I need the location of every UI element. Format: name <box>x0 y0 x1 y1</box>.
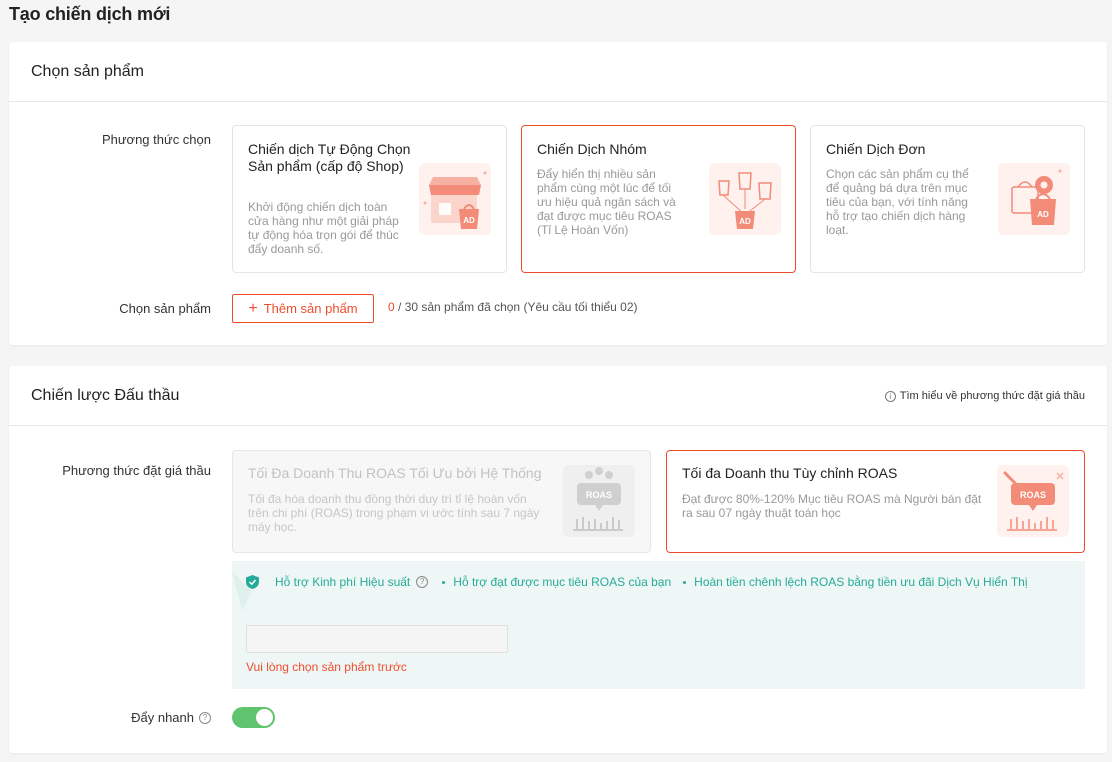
option-title: Tối Đa Doanh Thu ROAS Tối Ưu bởi Hệ Thốn… <box>248 465 542 481</box>
section-title: Chiến lược Đấu thầu <box>31 387 180 404</box>
option-group-campaign[interactable]: Chiến Dịch Nhóm Đẩy hiển thị nhiều sản p… <box>521 125 796 273</box>
option-desc: Chọn các sản phẩm cụ thể để quảng bá dựa… <box>826 167 969 237</box>
page-title: Tạo chiến dịch mới <box>9 4 171 24</box>
product-selection-card: Chọn sản phẩm Phương thức chọn Chiến dịc… <box>9 42 1107 345</box>
option-custom-roas[interactable]: Tối đa Doanh thu Tùy chỉnh ROAS Đạt được… <box>666 450 1085 553</box>
bid-method-label: Phương thức đặt giá thầu <box>62 463 211 478</box>
help-icon[interactable]: ? <box>416 576 429 588</box>
pick-products-label: Chọn sản phẩm <box>119 301 211 316</box>
add-product-button[interactable]: + Thêm sản phẩm <box>232 294 374 323</box>
section-title: Chọn sản phẩm <box>31 63 144 80</box>
info-icon: i <box>884 390 896 402</box>
budget-input[interactable] <box>246 625 508 653</box>
roas-edit-icon: ROAS <box>997 465 1069 537</box>
support-bullet-text: Hoàn tiền chênh lệch ROAS bằng tiền ưu đ… <box>694 575 1028 589</box>
help-icon[interactable]: ? <box>199 711 211 724</box>
support-bullet: Hoàn tiền chênh lệch ROAS bằng tiền ưu đ… <box>683 575 1028 589</box>
bullet-dot-icon <box>442 580 446 584</box>
option-single-campaign[interactable]: Chiến Dịch Đơn Chọn các sản phẩm cụ thể … <box>810 125 1085 273</box>
toggle-knob <box>256 709 273 726</box>
option-title: Tối đa Doanh thu Tùy chỉnh ROAS <box>682 465 898 481</box>
option-title: Chiến dịch Tự Động Chọn Sản phẩm (cấp độ… <box>248 141 411 174</box>
support-main-text: Hỗ trợ Kinh phí Hiệu suất <box>275 575 411 589</box>
shield-check-icon <box>246 575 259 589</box>
option-system-roas[interactable]: Tối Đa Doanh Thu ROAS Tối Ưu bởi Hệ Thốn… <box>232 450 651 553</box>
bidding-help-link[interactable]: i Tìm hiểu về phương thức đặt giá thầu <box>884 390 1085 402</box>
card-header: Chọn sản phẩm <box>9 42 1107 102</box>
option-title: Chiến Dịch Đơn <box>826 141 926 157</box>
option-desc: Tối đa hóa doanh thu đồng thời duy trì t… <box>248 492 540 534</box>
support-bullet: Hỗ trợ đạt được mục tiêu ROAS của bạn <box>442 575 671 589</box>
bag-gear-ad-icon: AD <box>998 163 1070 235</box>
svg-text:AD: AD <box>1037 210 1049 219</box>
error-message: Vui lòng chọn sản phẩm trước <box>246 660 407 674</box>
help-link-text: Tìm hiểu về phương thức đặt giá thầu <box>899 390 1085 402</box>
support-line: Hỗ trợ Kinh phí Hiệu suất ? Hỗ trợ đạt đ… <box>246 575 1028 589</box>
svg-text:ROAS: ROAS <box>1020 490 1046 500</box>
plus-icon: + <box>248 299 258 317</box>
option-auto-shop-campaign[interactable]: Chiến dịch Tự Động Chọn Sản phẩm (cấp độ… <box>232 125 507 273</box>
roas-chart-icon: ROAS <box>563 465 635 537</box>
shop-ad-icon: AD <box>419 163 491 235</box>
boost-label-text: Đẩy nhanh <box>131 710 194 725</box>
bullet-dot-icon <box>683 580 687 584</box>
bidding-strategy-card: Chiến lược Đấu thầu i Tìm hiểu về phương… <box>9 366 1107 753</box>
boost-label: Đẩy nhanh ? <box>109 710 211 725</box>
add-product-label: Thêm sản phẩm <box>263 301 358 316</box>
shopping-bags-ad-icon: AD <box>709 163 781 235</box>
card-header: Chiến lược Đấu thầu i Tìm hiểu về phương… <box>9 366 1107 426</box>
svg-text:AD: AD <box>463 216 475 225</box>
option-desc: Đạt được 80%-120% Mục tiêu ROAS mà Người… <box>682 492 982 520</box>
selected-count: 0 / 30 sản phẩm đã chọn (Yêu cầu tối thi… <box>388 300 638 314</box>
svg-text:AD: AD <box>739 217 751 226</box>
svg-text:ROAS: ROAS <box>586 490 612 500</box>
boost-toggle[interactable] <box>232 707 275 728</box>
performance-support-panel: Hỗ trợ Kinh phí Hiệu suất ? Hỗ trợ đạt đ… <box>232 561 1085 689</box>
option-desc: Đẩy hiển thị nhiều sản phẩm cùng một lúc… <box>537 167 676 237</box>
option-title: Chiến Dịch Nhóm <box>537 141 647 157</box>
support-bullet-text: Hỗ trợ đạt được mục tiêu ROAS của bạn <box>453 575 672 589</box>
selected-count-number: 0 <box>388 300 395 314</box>
option-desc: Khởi động chiến dịch toàn cửa hàng như m… <box>248 200 399 256</box>
selected-count-text: / 30 sản phẩm đã chọn (Yêu cầu tối thiểu… <box>394 300 638 314</box>
method-label: Phương thức chọn <box>101 132 211 147</box>
